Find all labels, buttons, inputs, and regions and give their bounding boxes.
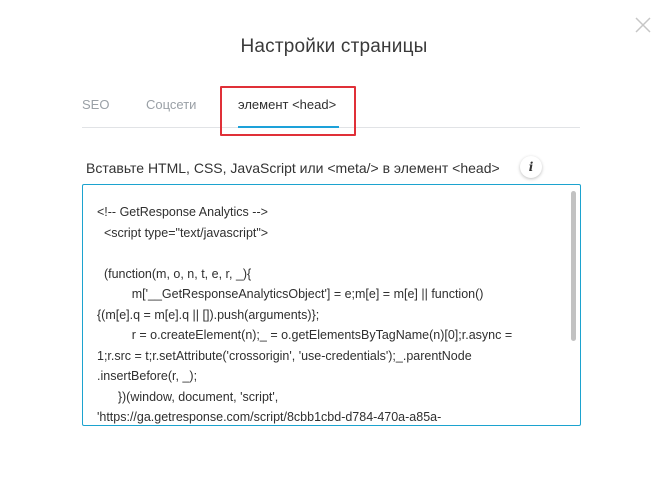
code-line: {(m[e].q = m[e].q || []).push(arguments)… [97, 307, 320, 322]
head-code-textarea[interactable]: <!-- GetResponse Analytics --> <script t… [82, 184, 581, 426]
code-line: m['__GetResponseAnalyticsObject'] = e;m[… [97, 287, 484, 301]
code-line: r = o.createElement(n);_ = o.getElements… [97, 328, 513, 342]
tab-seo[interactable]: SEO [82, 97, 109, 112]
head-code-label: Вставьте HTML, CSS, JavaScript или <meta… [86, 160, 500, 176]
close-icon [635, 17, 651, 33]
dialog-title: Настройки страницы [240, 36, 428, 57]
code-line: .insertBefore(r, _); [97, 369, 198, 383]
code-line: 'https://ga.getresponse.com/script/8cbb1… [97, 410, 442, 424]
code-line: <script type="text/javascript"> [97, 225, 269, 240]
code-line: })(window, document, 'script', [97, 389, 279, 404]
tab-highlight-annotation [220, 86, 356, 136]
close-button[interactable] [632, 14, 654, 36]
code-line: (function(m, o, n, t, e, r, _){ [97, 266, 252, 281]
code-content[interactable]: <!-- GetResponse Analytics --> <script t… [97, 202, 559, 425]
tab-social[interactable]: Соцсети [146, 97, 196, 112]
code-scrollbar-thumb[interactable] [571, 191, 576, 341]
code-line: 1;r.src = t;r.setAttribute('crossorigin'… [97, 348, 472, 363]
code-line: <!-- GetResponse Analytics --> [97, 205, 268, 219]
info-icon[interactable]: i [520, 156, 542, 178]
page-settings-dialog: Настройки страницы SEO Соцсети элемент <… [0, 0, 668, 488]
